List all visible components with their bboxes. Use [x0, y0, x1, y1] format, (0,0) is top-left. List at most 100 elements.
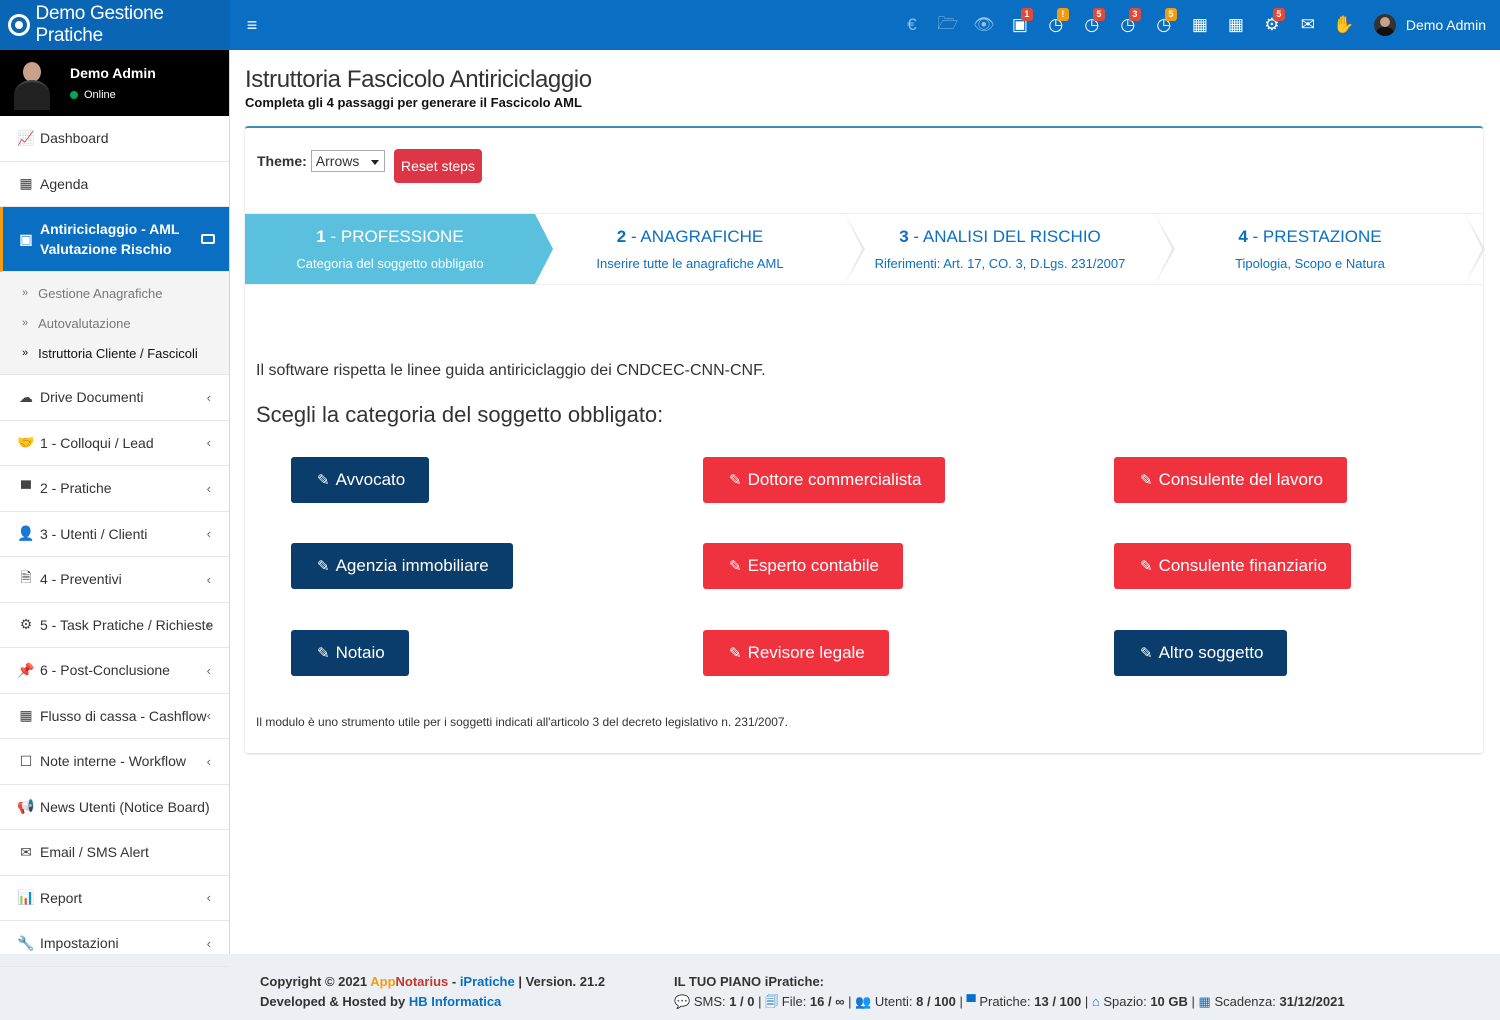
- step-title-text: - PRESTAZIONE: [1247, 227, 1382, 246]
- sidebar-item-dashboard[interactable]: 📈 Dashboard: [0, 116, 229, 162]
- sidebar-item-drive-documenti[interactable]: ☁ Drive Documenti ‹: [0, 375, 229, 421]
- category-button-notaio[interactable]: ✎ Notaio: [291, 630, 409, 676]
- submenu-item[interactable]: » Gestione Anagrafiche: [0, 278, 229, 308]
- company-link[interactable]: HB Informatica: [409, 994, 501, 1009]
- clock-icon-3[interactable]: ◷ 3: [1110, 0, 1146, 50]
- eye-icon[interactable]: 👁: [966, 0, 1002, 50]
- category-button-label: Altro soggetto: [1158, 643, 1264, 662]
- sidebar-item-label: Report: [40, 889, 83, 906]
- double-angle-right-icon: »: [22, 287, 29, 299]
- submenu-item-label: Gestione Anagrafiche: [38, 285, 163, 301]
- category-button-dottore-commercialista[interactable]: ✎ Dottore commercialista: [703, 457, 946, 503]
- sidebar-item-note-interne-workflow[interactable]: ☐ Note interne - Workflow ‹: [0, 739, 229, 785]
- ipratiche-link[interactable]: iPratiche: [460, 974, 515, 989]
- note-icon: ☐: [19, 752, 33, 769]
- sidebar-item-label: Antiriciclaggio - AML: [40, 221, 180, 237]
- clock-icon-1[interactable]: ◷!: [1038, 0, 1074, 50]
- chevron-left-icon: ‹: [206, 708, 211, 724]
- category-button-consulente-finanziario[interactable]: ✎ Consulente finanziario: [1114, 543, 1351, 589]
- calendar-icon: ▦: [19, 175, 33, 192]
- sidebar-item-4-preventivi[interactable]: 🗎 4 - Preventivi ‹: [0, 557, 229, 603]
- inbox-icon[interactable]: ▣ 1: [1002, 0, 1038, 50]
- sidebar-item-agenda[interactable]: ▦ Agenda: [0, 162, 229, 207]
- clock-icon-4[interactable]: ◷ 5: [1146, 0, 1182, 50]
- envelope-icon: ✉: [20, 843, 32, 860]
- wizard-step-3[interactable]: 3 - ANALISI DEL RISCHIO Riferimenti: Art.…: [845, 214, 1175, 284]
- notification-badge: 5: [1164, 8, 1177, 21]
- spazio-value: 10 GB: [1150, 994, 1188, 1009]
- sidebar-item-flusso-di-cassa-cashflow[interactable]: ▦ Flusso di cassa - Cashflow ‹: [0, 694, 229, 739]
- chevron-left-icon: ‹: [206, 662, 211, 678]
- sidebar-item-2-pratiche[interactable]: ▀ 2 - Pratiche ‹: [0, 466, 229, 512]
- hand-icon-glyph: ✋: [1333, 15, 1355, 34]
- app-name-b: Notarius: [395, 974, 449, 989]
- sidebar-item-report[interactable]: 📊 Report ‹: [0, 876, 229, 921]
- sidebar-item-label: 6 - Post-Conclusione: [40, 662, 170, 679]
- category-button-label: Notaio: [335, 643, 385, 662]
- sidebar-item-news-utenti-notice-board[interactable]: 📢 News Utenti (Notice Board): [0, 785, 229, 830]
- chevron-left-icon: ‹: [206, 389, 211, 405]
- folder-open-icon[interactable]: 🗁: [930, 0, 966, 50]
- sidebar-item-email-sms-alert[interactable]: ✉ Email / SMS Alert: [0, 830, 229, 876]
- euro-icon[interactable]: €: [894, 0, 930, 50]
- hand-icon[interactable]: ✋: [1326, 0, 1362, 50]
- category-button-esperto-contabile[interactable]: ✎ Esperto contabile: [703, 543, 903, 589]
- sidebar-item-3-utenti-clienti[interactable]: 👤 3 - Utenti / Clienti ‹: [0, 512, 229, 557]
- sep-text: -: [448, 974, 460, 989]
- calendar-grid-icon[interactable]: ▦: [1218, 0, 1254, 50]
- step-title: 4 - PRESTAZIONE: [1238, 227, 1381, 247]
- reset-steps-button[interactable]: Reset steps: [394, 149, 482, 183]
- notification-badge: 5: [1092, 8, 1105, 21]
- sidebar-item-1-colloqui-lead[interactable]: 🤝 1 - Colloqui / Lead ‹: [0, 421, 229, 466]
- submenu-item[interactable]: » Istruttoria Cliente / Fascicoli: [0, 338, 229, 368]
- notification-badge: 3: [1128, 8, 1141, 21]
- folder-open-icon-glyph: 🗁: [937, 13, 959, 33]
- category-button-consulente-del-lavoro[interactable]: ✎ Consulente del lavoro: [1114, 457, 1348, 503]
- sidebar-item-5-task-pratiche-richieste[interactable]: ⚙ 5 - Task Pratiche / Richieste ‹: [0, 603, 229, 648]
- version-text: | Version. 21.2: [514, 974, 606, 989]
- sidebar-item-6-post-conclusione[interactable]: 📌 6 - Post-Conclusione ‹: [0, 648, 229, 694]
- footer-plan: IL TUO PIANO iPratiche: 💬 SMS: 1 / 0 | 🗐…: [674, 974, 1345, 1009]
- step-number: 3: [899, 227, 909, 246]
- menu-toggle-icon[interactable]: ≡: [230, 0, 274, 50]
- brand[interactable]: Demo Gestione Pratiche: [0, 0, 230, 50]
- theme-select[interactable]: Arrows: [310, 150, 385, 172]
- euro-icon-glyph: €: [907, 15, 917, 34]
- wizard-step-2[interactable]: 2 - ANAGRAFICHE Inserire tutte le anagraf…: [535, 214, 865, 284]
- sidebar-item-impostazioni[interactable]: 🔧 Impostazioni ‹: [0, 921, 229, 967]
- user-menu[interactable]: Demo Admin: [1373, 14, 1486, 36]
- scadenza-value: 31/12/2021: [1279, 994, 1345, 1009]
- theme-select-value: Arrows: [315, 153, 360, 169]
- notification-badge: 1: [1020, 8, 1033, 21]
- sidebar-item-label: Flusso di cassa - Cashflow: [40, 707, 207, 724]
- sidebar-item-label: Agenda: [40, 175, 89, 192]
- wizard-step-1[interactable]: 1 - PROFESSIONE Categoria del soggetto ob…: [245, 214, 553, 284]
- clock-icon-2[interactable]: ◷ 5: [1074, 0, 1110, 50]
- sidebar-item-label: 2 - Pratiche: [40, 480, 112, 497]
- submenu-item[interactable]: » Autovalutazione: [0, 308, 229, 338]
- category-button-label: Avvocato: [335, 470, 406, 489]
- envelope-icon[interactable]: ✉: [1290, 0, 1326, 50]
- page-title: Istruttoria Fascicolo Antiriciclaggio: [245, 66, 592, 93]
- sidebar-item-antiriciclaggio[interactable]: ▣ Antiriciclaggio - AML Valutazione Risc…: [0, 207, 229, 272]
- calendar-icon-glyph: ▦: [1191, 15, 1208, 34]
- step-title-text: - ANAGRAFICHE: [626, 227, 764, 246]
- chevron-left-icon: ‹: [206, 890, 211, 906]
- user-avatar: [12, 58, 52, 110]
- sidebar-item-label: News Utenti (Notice Board): [40, 798, 210, 815]
- chevron-left-icon: ‹: [206, 480, 211, 496]
- user-panel: Demo Admin Online: [0, 50, 229, 116]
- gears-icon[interactable]: ⚙ 5: [1254, 0, 1290, 50]
- online-dot-icon: [70, 91, 78, 99]
- category-button-agenzia-immobiliare[interactable]: ✎ Agenzia immobiliare: [291, 543, 513, 589]
- bar-chart-icon: 📊: [17, 889, 35, 906]
- app-name-a: App: [370, 974, 396, 989]
- category-button-altro-soggetto[interactable]: ✎ Altro soggetto: [1114, 630, 1288, 676]
- chevron-left-icon: ‹: [206, 753, 211, 769]
- category-button-revisore-legale[interactable]: ✎ Revisore legale: [703, 630, 889, 676]
- submenu-item-label: Autovalutazione: [38, 315, 131, 331]
- user-icon: 👤: [17, 525, 35, 542]
- category-button-avvocato[interactable]: ✎ Avvocato: [291, 457, 430, 503]
- wizard-step-4[interactable]: 4 - PRESTAZIONE Tipologia, Scopo e Natura: [1155, 214, 1485, 284]
- calendar-icon[interactable]: ▦: [1182, 0, 1218, 50]
